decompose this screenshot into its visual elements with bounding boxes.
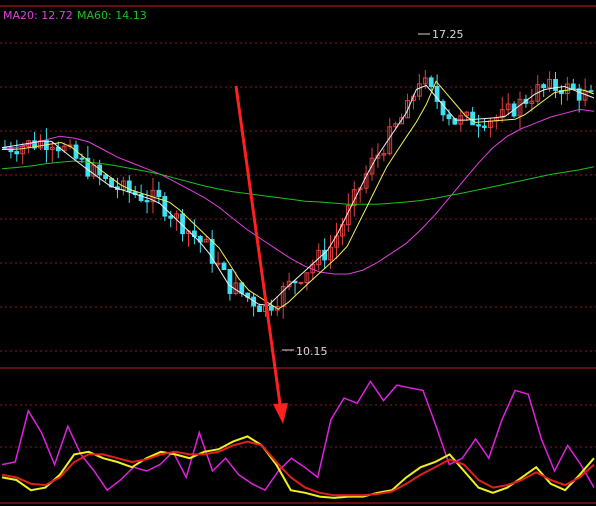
high-label: 17.25 [432,28,464,41]
candle-body-99 [588,90,594,93]
ma-line-1 [1,160,595,205]
short-ma-line-0 [1,84,595,306]
ma-line-0 [1,108,595,275]
candlesticks [2,69,594,319]
candle-body-75 [446,114,452,120]
price-annotations: 17.25 10.15 [282,28,464,358]
candle-body-43 [257,305,262,313]
candle-body-50 [298,281,304,284]
osc-line-0 [1,380,595,492]
trend-arrow [234,85,288,424]
candle-body-24 [144,200,150,203]
candle-body-17 [103,174,108,180]
candle-body-96 [570,83,576,90]
candle-body-38 [227,269,233,294]
candle-body-13 [79,157,85,160]
candle-body-40 [239,282,245,294]
candle-body-72 [428,77,434,87]
candle-body-26 [156,189,162,197]
grid-lines [0,5,596,504]
candle-body-28 [168,215,174,219]
candle-body-81 [482,125,487,128]
candle-body-36 [215,262,221,265]
candle-body-97 [576,88,582,101]
moving-average-lines [1,80,595,310]
oscillator-lines [1,380,595,499]
osc-line-2 [1,440,595,497]
candle-body-45 [268,305,274,311]
short-ma-line-1 [2,80,595,310]
candle-body-79 [470,111,476,126]
price-oscillator-chart: 17.25 10.15 [0,5,596,504]
candle-body-93 [553,78,558,91]
candle-body-37 [221,262,227,271]
ma60-legend: MA60: 14.13 [77,9,147,22]
low-label: 10.15 [296,345,328,358]
candle-body-80 [476,124,481,127]
candle-body-91 [541,84,547,89]
trend-arrow-shaft [234,85,282,405]
trend-arrow-head [273,403,288,424]
ma20-legend: MA20: 12.72 [3,9,73,22]
candle-body-2 [14,151,20,155]
